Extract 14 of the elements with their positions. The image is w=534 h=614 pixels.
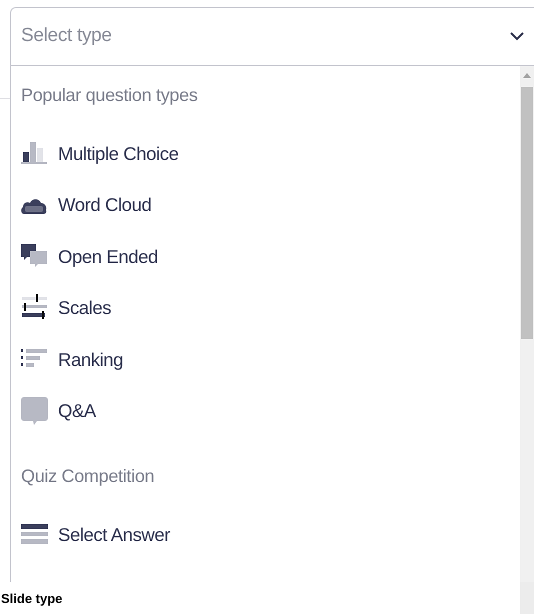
- question-type-option[interactable]: Word Cloud: [21, 180, 152, 231]
- group-heading: Popular question types: [21, 84, 198, 107]
- chevron-down-icon: [510, 32, 524, 41]
- group-heading: Quiz Competition: [21, 465, 154, 488]
- question-type-option[interactable]: Ranking: [21, 334, 124, 386]
- scrollbar[interactable]: [520, 66, 534, 582]
- question-type-option[interactable]: Q&A: [21, 386, 96, 437]
- question-type-option[interactable]: Select Answer: [21, 509, 170, 560]
- question-type-option[interactable]: Open Ended: [21, 231, 158, 282]
- question-type-option[interactable]: Multiple Choice: [21, 128, 178, 180]
- speech-bubble-icon: [21, 397, 48, 426]
- field-label: Slide type: [1, 592, 64, 605]
- select-placeholder: Select type: [21, 24, 113, 48]
- question-type-option[interactable]: Scales: [21, 282, 112, 334]
